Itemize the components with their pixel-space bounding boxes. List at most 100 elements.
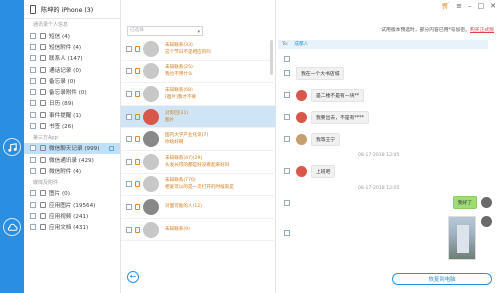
message-list-panel: 已选择 ▾ 未知联系(33) 这个节日不是相应的吗 未知联系(25) 我也不用什么 …: [121, 0, 276, 293]
list-item[interactable]: 国内大学产业化讯(7) 你啥好啊: [121, 128, 276, 151]
category-item[interactable]: 应用视频 (241): [24, 210, 120, 221]
timestamp: 08-17-2018 12:05: [358, 153, 400, 158]
checkbox[interactable]: [30, 111, 36, 118]
category-item[interactable]: 事件提醒 (1): [24, 109, 120, 120]
list-item-selected[interactable]: 对影回(21) 图片: [121, 105, 276, 129]
photo-message[interactable]: [448, 216, 476, 260]
message-title: 对影回(21): [165, 110, 189, 116]
restore-to-computer-button[interactable]: 恢复到电脑: [392, 273, 492, 285]
minimize-icon[interactable]: –: [468, 3, 472, 10]
checkbox[interactable]: [30, 55, 36, 62]
category-item[interactable]: 微信附件 (4): [24, 165, 120, 176]
checkbox[interactable]: [30, 212, 36, 219]
list-item[interactable]: 未知联系(47)(29) 头发长得的都是好没看起来好吗: [121, 151, 276, 174]
scrollbar[interactable]: [270, 40, 273, 75]
checkbox[interactable]: [30, 123, 36, 130]
call-log-icon: [40, 66, 46, 73]
checkbox[interactable]: [30, 32, 36, 39]
list-item[interactable]: 未知联系(25) 我也不用什么: [121, 61, 276, 84]
checkbox[interactable]: [126, 203, 132, 210]
checkbox[interactable]: [126, 181, 132, 188]
avatar: [296, 111, 307, 123]
category-item-wechat-chat[interactable]: 微信聊天记录 (999): [24, 142, 120, 154]
list-item[interactable]: 未知联系(770) 相爱可以的是一次打开的时候就是: [121, 174, 276, 197]
menu-icon[interactable]: ≡: [456, 3, 462, 10]
category-item[interactable]: 备忘录附件 (0): [24, 86, 120, 97]
cloud-icon[interactable]: [3, 218, 21, 236]
filter-select[interactable]: 已选择 ▾: [127, 26, 203, 36]
buy-link[interactable]: 购买正式版: [470, 28, 494, 33]
checkbox[interactable]: [30, 43, 36, 50]
list-item[interactable]: 对面可能的人(12): [121, 196, 276, 219]
checkbox[interactable]: [126, 158, 132, 165]
category-item[interactable]: 短信附件 (4): [24, 41, 120, 52]
checkbox[interactable]: [284, 92, 290, 98]
category-label: 应用文档 (431): [49, 225, 89, 232]
category-label: 书签 (26): [49, 124, 74, 131]
music-icon[interactable]: [3, 138, 21, 156]
category-item[interactable]: 备忘录 (0): [24, 75, 120, 86]
cart-icon[interactable]: 🛒︎: [441, 3, 450, 10]
close-icon[interactable]: ✕: [490, 3, 496, 10]
trash-icon: [135, 203, 140, 210]
checkbox[interactable]: [126, 113, 132, 120]
back-arrow-icon[interactable]: ←: [127, 271, 139, 283]
checkbox[interactable]: [284, 168, 290, 174]
checkbox[interactable]: [284, 136, 290, 142]
avatar: [143, 153, 159, 170]
checkbox[interactable]: [284, 200, 290, 206]
checkbox[interactable]: [30, 224, 36, 231]
trash-icon: [135, 181, 140, 188]
list-item[interactable]: 未知联系(9): [121, 219, 276, 242]
message-bubble: 是二楼不是有一块**: [311, 88, 365, 102]
left-rail: [0, 0, 24, 293]
category-item[interactable]: 应用文档 (431): [24, 221, 120, 232]
checkbox[interactable]: [284, 56, 290, 62]
checkbox[interactable]: [284, 230, 290, 236]
checkbox[interactable]: [126, 226, 132, 233]
checkbox[interactable]: [126, 45, 132, 52]
checkbox[interactable]: [126, 136, 132, 143]
category-label: 短信 (4): [49, 33, 70, 40]
checkbox[interactable]: [284, 70, 290, 76]
category-item[interactable]: 日历 (89): [24, 98, 120, 109]
checkbox[interactable]: [30, 66, 36, 73]
row-checkbox[interactable]: [109, 145, 114, 151]
window-controls: 🛒︎ ≡ – □ ✕: [441, 3, 496, 10]
category-item[interactable]: 通话记录 (0): [24, 64, 120, 75]
category-item[interactable]: 联系人 (147): [24, 53, 120, 64]
trash-icon: [135, 113, 140, 120]
message-title: 对面可能的人(12): [165, 204, 202, 210]
section-title: 通讯录个人信息: [33, 22, 69, 28]
checkbox[interactable]: [30, 167, 36, 174]
conversation-panel: 🛒︎ ≡ – □ ✕ 试用版本预选时，部分内容已用*号加密。购买正式版 To: 成…: [276, 0, 500, 293]
message-preview: 这个节日不是相应的吗: [165, 49, 211, 55]
category-item[interactable]: 图片 (0): [24, 188, 120, 199]
category-label: 事件提醒 (1): [49, 112, 82, 119]
section-title: 第三方App: [33, 134, 58, 141]
category-item[interactable]: 书签 (26): [24, 120, 120, 131]
checkbox[interactable]: [30, 201, 36, 208]
list-item[interactable]: 未知联系(68) [图片]我才不要: [121, 83, 276, 106]
checkbox[interactable]: [30, 89, 36, 96]
list-item[interactable]: 未知联系(33) 这个节日不是相应的吗: [121, 38, 276, 61]
checkbox[interactable]: [30, 145, 36, 152]
avatar: [143, 131, 159, 148]
checkbox[interactable]: [126, 68, 132, 75]
category-label: 微信附件 (4): [49, 168, 82, 175]
checkbox[interactable]: [30, 77, 36, 84]
device-header[interactable]: 陈坤的 iPhone (3): [24, 0, 120, 19]
maximize-icon[interactable]: □: [478, 3, 485, 10]
category-item[interactable]: 应用图片 (19564): [24, 199, 120, 210]
checkbox[interactable]: [30, 156, 36, 163]
category-item[interactable]: 微信通讯录 (429): [24, 154, 120, 165]
checkbox[interactable]: [126, 90, 132, 97]
category-item[interactable]: 短信 (4): [24, 30, 120, 41]
checkbox[interactable]: [30, 100, 36, 107]
checkbox[interactable]: [284, 114, 290, 120]
app-window: 陈坤的 iPhone (3) 通讯录个人信息 短信 (4) 短信附件 (4) 联…: [0, 0, 500, 293]
app-video-icon: [40, 212, 46, 219]
checkbox[interactable]: [30, 190, 36, 197]
avatar: [296, 89, 307, 101]
category-label: 图片 (0): [49, 191, 70, 198]
